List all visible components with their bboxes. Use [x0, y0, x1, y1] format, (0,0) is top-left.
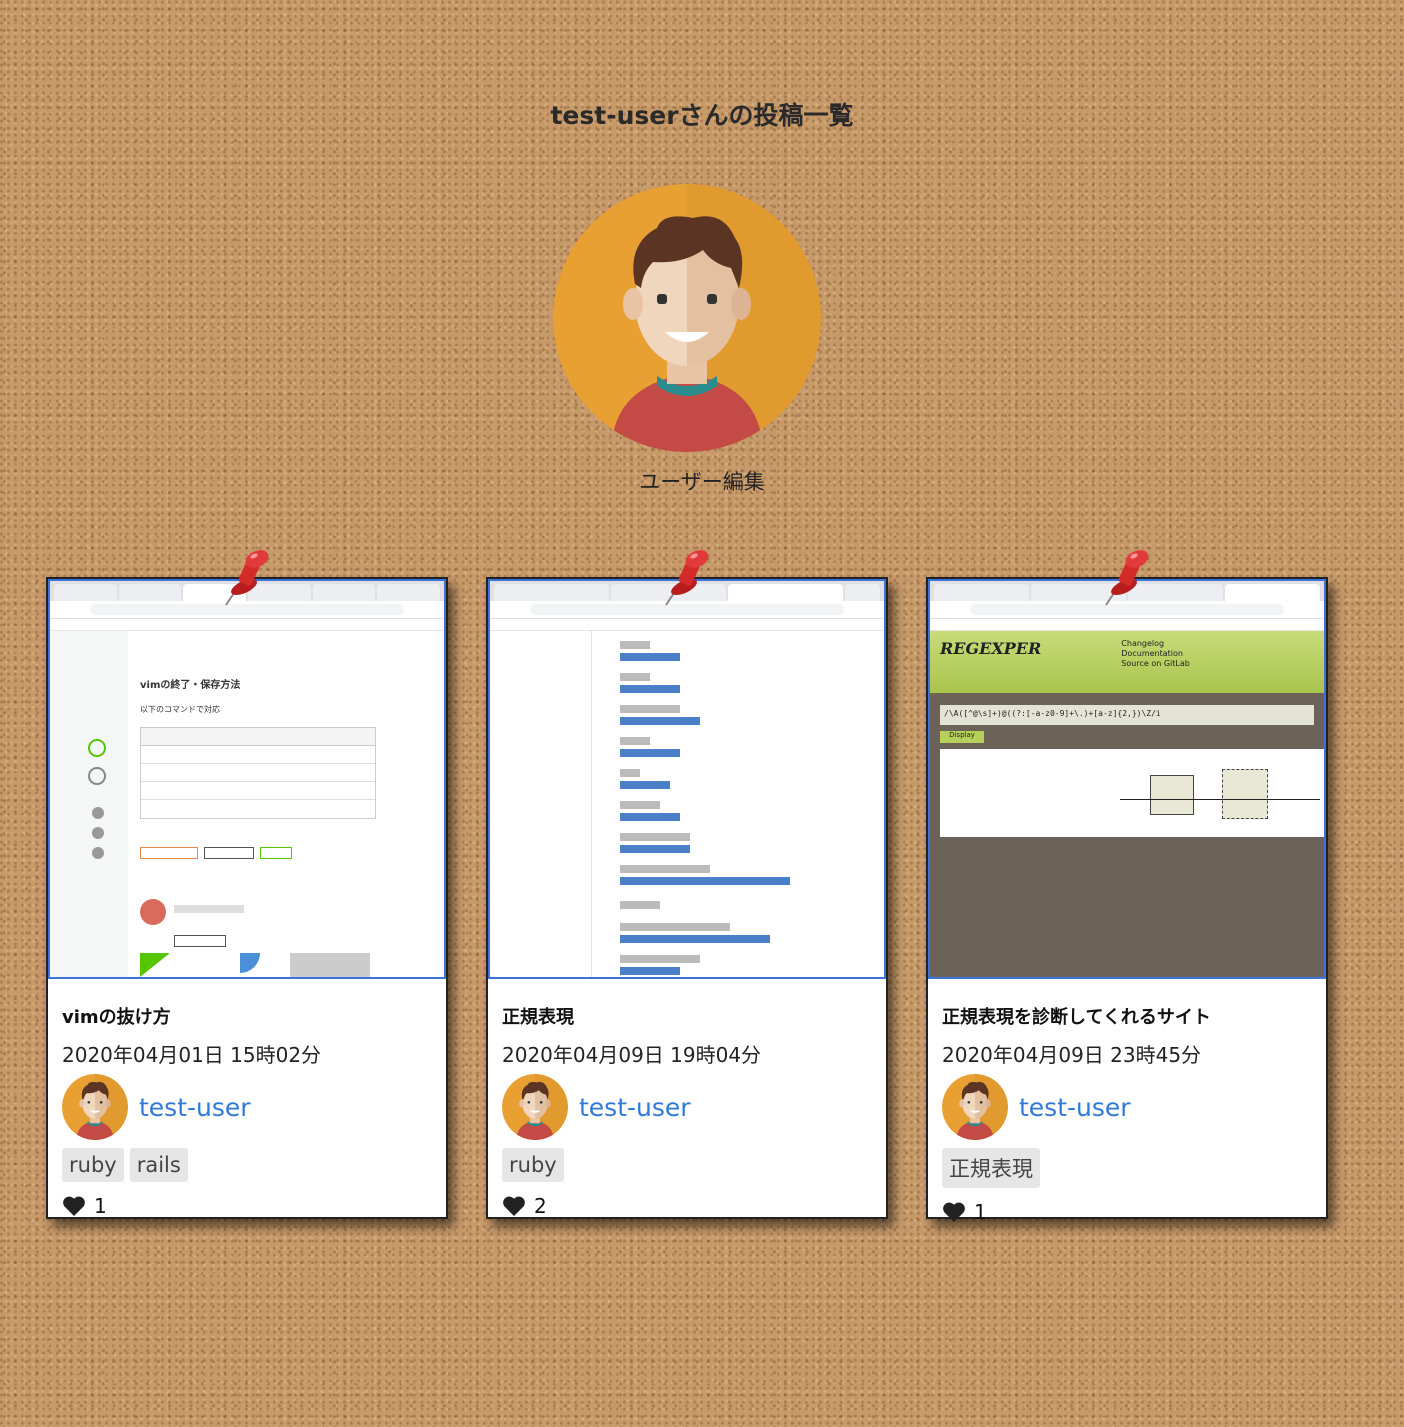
post-title[interactable]: 正規表現を診断してくれるサイト [942, 1003, 1312, 1029]
post-thumbnail[interactable] [488, 579, 886, 979]
profile-avatar [553, 184, 821, 452]
like-button[interactable]: 1 [62, 1194, 432, 1218]
user-link[interactable]: test-user [139, 1093, 251, 1122]
thumb-link: Source on GitLab [1121, 659, 1190, 668]
like-count: 2 [534, 1194, 547, 1218]
like-count: 1 [94, 1194, 107, 1218]
tag[interactable]: rails [129, 1148, 188, 1182]
thumb-link: Documentation [1121, 649, 1183, 658]
thumb-display-button: Display [940, 731, 984, 743]
post-card[interactable]: 正規表現 2020年04月09日 19時04分 test-user ruby 2 [486, 577, 888, 1219]
post-card[interactable]: REGEXPER Changelog Documentation Source … [926, 577, 1328, 1224]
user-link[interactable]: test-user [579, 1093, 691, 1122]
tag[interactable]: ruby [502, 1148, 564, 1182]
thumb-logo: REGEXPER [940, 639, 1042, 658]
heart-icon [502, 1195, 526, 1217]
post-thumbnail[interactable]: vimの終了・保存方法 以下のコマンドで対応 [48, 579, 446, 979]
user-avatar[interactable] [502, 1074, 568, 1140]
thumb-link: Changelog [1121, 639, 1165, 648]
like-count: 1 [974, 1200, 987, 1224]
pushpin-icon [224, 547, 272, 607]
post-title[interactable]: vimの抜け方 [62, 1003, 432, 1029]
heart-icon [62, 1195, 86, 1217]
post-date: 2020年04月09日 19時04分 [502, 1043, 762, 1067]
post-thumbnail[interactable]: REGEXPER Changelog Documentation Source … [928, 579, 1326, 979]
thumb-regex: /\A([^@\s]+)@((?:[-a-z0-9]+\.)+[a-z]{2,}… [940, 705, 1314, 725]
heart-icon [942, 1201, 966, 1223]
user-avatar[interactable] [62, 1074, 128, 1140]
like-button[interactable]: 2 [502, 1194, 872, 1218]
post-title[interactable]: 正規表現 [502, 1003, 872, 1029]
page-title: test-userさんの投稿一覧 [550, 101, 854, 130]
pushpin-icon [1104, 547, 1152, 607]
like-button[interactable]: 1 [942, 1200, 1312, 1224]
post-card[interactable]: vimの終了・保存方法 以下のコマンドで対応 vimの抜け方 2020年04月0… [46, 577, 448, 1219]
thumb-heading: vimの終了・保存方法 [140, 680, 241, 691]
user-link[interactable]: test-user [1019, 1093, 1131, 1122]
user-edit-link[interactable]: ユーザー編集 [0, 466, 1404, 496]
tag[interactable]: ruby [62, 1148, 124, 1182]
user-avatar[interactable] [942, 1074, 1008, 1140]
thumb-subtext: 以下のコマンドで対応 [140, 705, 220, 714]
post-date: 2020年04月09日 23時45分 [942, 1043, 1202, 1067]
tag[interactable]: 正規表現 [942, 1148, 1040, 1188]
post-date: 2020年04月01日 15時02分 [62, 1043, 322, 1067]
pushpin-icon [664, 547, 712, 607]
